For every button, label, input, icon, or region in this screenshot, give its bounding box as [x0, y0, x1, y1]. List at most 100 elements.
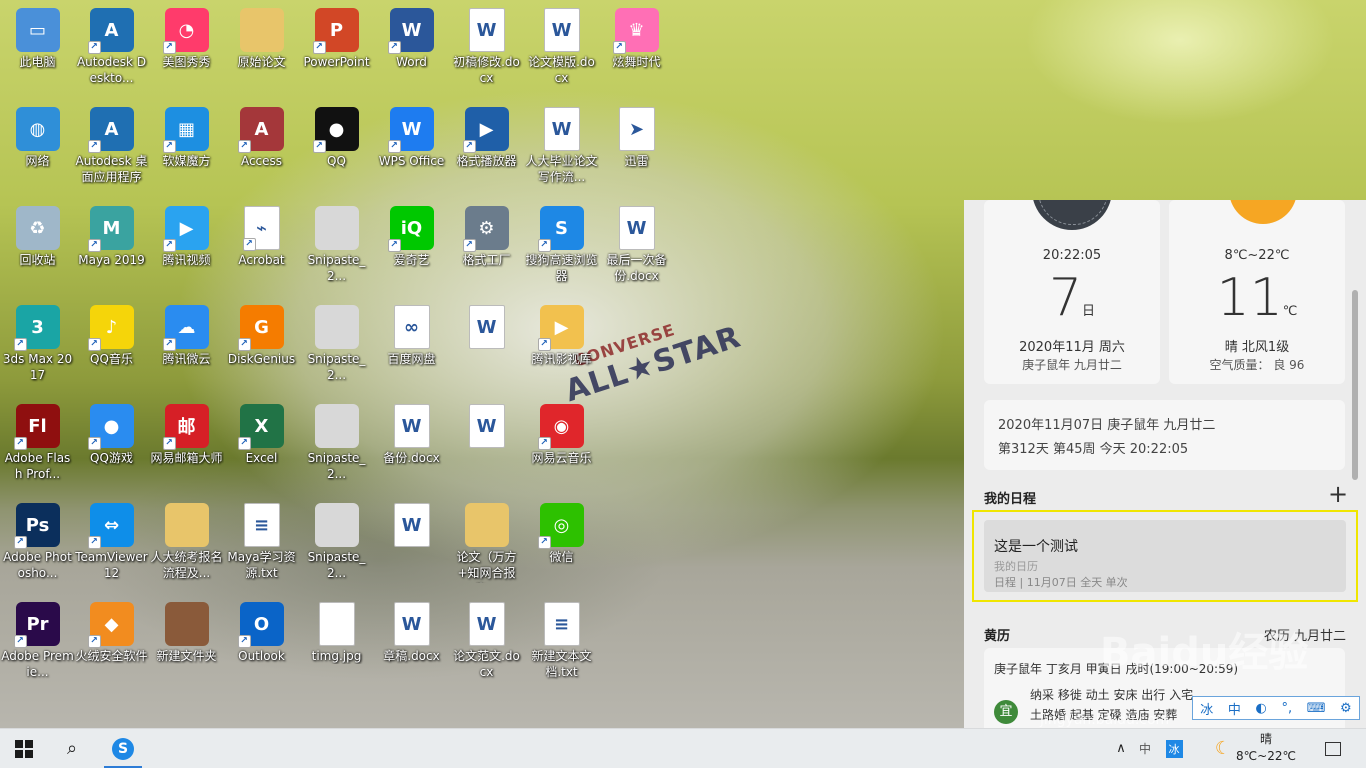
event-meta: 日程 | 11月07日 全天 单次 [994, 576, 1128, 589]
schedule-event[interactable]: 这是一个测试 我的日历 日程 | 11月07日 全天 单次 [984, 520, 1346, 592]
desktop-icon[interactable]: 3 ↗ 3ds Max 2017 [0, 297, 75, 395]
desktop-icon[interactable]: Fl ↗ Adobe Flash Prof... [0, 396, 75, 494]
desktop-icon[interactable]: Snipaste_2... [299, 396, 374, 494]
desktop-icon[interactable]: 论文（万方+知网合报告... [449, 495, 524, 593]
network-globe-icon: ◍ [15, 107, 60, 151]
shortcut-arrow-icon: ↗ [242, 238, 256, 251]
desktop-icon[interactable]: 新建文件夹 [149, 594, 224, 692]
desktop-icon[interactable]: ☁ ↗ 腾讯微云 [149, 297, 224, 395]
desktop-icon[interactable]: Snipaste_2... [299, 495, 374, 593]
powerpoint-icon: P ↗ [312, 8, 359, 54]
weather-card[interactable]: 8℃~22℃ 11℃ 晴 北风1级 空气质量： 良 96 [1169, 200, 1345, 384]
desktop-icon[interactable]: ▭ 此电脑 [0, 0, 75, 98]
desktop-icon[interactable]: A ↗ Access [224, 99, 299, 197]
desktop-icon[interactable]: ≡ 新建文本文档.txt [524, 594, 599, 692]
desktop-icon[interactable]: iQ ↗ 爱奇艺 [374, 198, 449, 296]
clock-card[interactable]: 20:22:05 7日 2020年11月 周六 庚子鼠年 九月廿二 [984, 200, 1160, 384]
desktop-icon[interactable]: ◆ ↗ 火绒安全软件 [74, 594, 149, 692]
ime-toolbar[interactable]: 冰中 ◐ °, ⌨ ⚙ [1192, 696, 1360, 720]
weather-aqi: 空气质量： 良 96 [1209, 358, 1305, 372]
desktop-icon[interactable]: W 人大毕业论文写作流... [524, 99, 599, 197]
desktop-icon[interactable]: ▶ ↗ 腾讯影视库 [524, 297, 599, 395]
desktop-icon[interactable]: ● ↗ QQ游戏 [74, 396, 149, 494]
desktop-icon[interactable]: ◉ ↗ 网易云音乐 [524, 396, 599, 494]
tray-ime-app[interactable]: 冰 [1160, 729, 1188, 768]
desktop-icon[interactable]: A ↗ Autodesk Deskto... [74, 0, 149, 98]
taskbar-sogou-browser[interactable]: S [104, 729, 142, 768]
desktop-icon[interactable]: ● ↗ QQ [299, 99, 374, 197]
desktop-icon[interactable]: 人大统考报名流程及... [149, 495, 224, 593]
desktop-icon[interactable]: ♻ 回收站 [0, 198, 75, 296]
panel-scrollbar[interactable] [1352, 290, 1358, 480]
ime-toolbar-item[interactable]: ⚙ [1340, 701, 1352, 716]
desktop-icon[interactable]: ◔ ↗ 美图秀秀 [149, 0, 224, 98]
desktop-icon-label: Snipaste_2... [307, 253, 366, 283]
desktop-icon[interactable]: timg.jpg [299, 594, 374, 692]
desktop-icon-label: 新建文件夹 [156, 649, 217, 663]
desktop-icon[interactable]: W 论文范文.docx [449, 594, 524, 692]
desktop-icon[interactable]: P ↗ PowerPoint [299, 0, 374, 98]
desktop-icon[interactable]: ▶ ↗ 格式播放器 [449, 99, 524, 197]
desktop-icon[interactable]: Snipaste_2... [299, 198, 374, 296]
desktop-icon[interactable]: ▶ ↗ 腾讯视频 [149, 198, 224, 296]
desktop-icon[interactable]: A ↗ Autodesk 桌面应用程序 [74, 99, 149, 197]
qq-penguin-icon: ● ↗ [312, 107, 359, 153]
search-button[interactable]: ⌕ [50, 729, 94, 768]
ime-toolbar-item[interactable]: ⌨ [1307, 701, 1326, 716]
shortcut-arrow-icon: ↗ [87, 140, 101, 153]
docx-file-icon: W [468, 8, 505, 52]
start-button[interactable] [0, 729, 48, 768]
tray-ime-mode[interactable]: 中 [1134, 729, 1156, 768]
desktop-icon[interactable]: X ↗ Excel [224, 396, 299, 494]
folder-icon [239, 8, 284, 52]
desktop-icon[interactable]: S ↗ 搜狗高速浏览器 [524, 198, 599, 296]
tray-overflow-button[interactable]: ∧ [1110, 729, 1132, 768]
desktop-icon[interactable]: ♪ ↗ QQ音乐 [74, 297, 149, 395]
desktop-icon[interactable]: 邮 ↗ 网易邮箱大师 [149, 396, 224, 494]
desktop-icon-label: 搜狗高速浏览器 [525, 253, 598, 283]
desktop-icon[interactable]: ♛ ↗ 炫舞时代 [599, 0, 674, 98]
tray-weather[interactable]: 晴 8℃~22℃ [1232, 731, 1300, 765]
ime-toolbar-item[interactable]: ◐ [1256, 701, 1267, 716]
desktop-icon[interactable]: Ps ↗ Adobe Photosho... [0, 495, 75, 593]
desktop-icon[interactable]: W [449, 396, 524, 494]
desktop-icon[interactable]: W ↗ Word [374, 0, 449, 98]
ime-toolbar-item[interactable]: 冰 [1200, 699, 1213, 718]
desktop-icon-label: QQ游戏 [90, 451, 133, 465]
date-info-card: 2020年11月07日 庚子鼠年 九月廿二 第312天 第45周 今天 20:2… [984, 400, 1345, 470]
ime-toolbar-item[interactable]: 中 [1228, 699, 1241, 718]
desktop-icon[interactable]: ⌁ ↗ Acrobat [224, 198, 299, 296]
desktop-icon[interactable]: ≡ Maya学习资源.txt [224, 495, 299, 593]
desktop-icon[interactable]: Pr ↗ Adobe Premie... [0, 594, 75, 692]
desktop-icon[interactable]: M ↗ Maya 2019 [74, 198, 149, 296]
desktop-icon[interactable]: ▦ ↗ 软媒魔方 [149, 99, 224, 197]
notification-button[interactable] [1318, 729, 1348, 768]
desktop-icon[interactable]: W [374, 495, 449, 593]
game-crown-icon: ♛ ↗ [612, 8, 659, 54]
desktop-icon[interactable]: W 备份.docx [374, 396, 449, 494]
ime-toolbar-item[interactable]: °, [1281, 701, 1292, 716]
desktop-icon[interactable]: ◍ 网络 [0, 99, 75, 197]
almanac-title: 黄历 [984, 629, 1011, 644]
desktop-icon[interactable]: W 初稿修改.docx [449, 0, 524, 98]
desktop-icon[interactable]: 原始论文 [224, 0, 299, 98]
desktop-icon[interactable]: G ↗ DiskGenius [224, 297, 299, 395]
desktop-icon[interactable]: ∞ 百度网盘 [374, 297, 449, 395]
desktop-icon[interactable]: ◎ ↗ 微信 [524, 495, 599, 593]
desktop-icon[interactable]: ➤ 迅雷 [599, 99, 674, 197]
desktop-icon[interactable]: W ↗ WPS Office [374, 99, 449, 197]
desktop-icon[interactable]: ⚙ ↗ 格式工厂 [449, 198, 524, 296]
clock-date: 2020年11月 周六 [1019, 340, 1125, 355]
desktop-icon[interactable]: W 章稿.docx [374, 594, 449, 692]
desktop-icon[interactable]: ⇔ ↗ TeamViewer 12 [74, 495, 149, 593]
desktop-icon[interactable]: O ↗ Outlook [224, 594, 299, 692]
netease-music-icon: ◉ ↗ [537, 404, 584, 450]
desktop-icon[interactable]: W [449, 297, 524, 395]
desktop-icon[interactable]: Snipaste_2... [299, 297, 374, 395]
almanac-line2: 纳采 移徙 动土 安床 出行 入宅 [1030, 688, 1194, 702]
xunlei-bird-icon: ➤ [618, 107, 655, 151]
desktop-icon[interactable]: W 最后一次备份.docx [599, 198, 674, 296]
desktop-icon[interactable]: W 论文模版.docx [524, 0, 599, 98]
add-schedule-button[interactable]: + [1328, 482, 1348, 506]
desktop-icon-label: Excel [245, 451, 278, 465]
